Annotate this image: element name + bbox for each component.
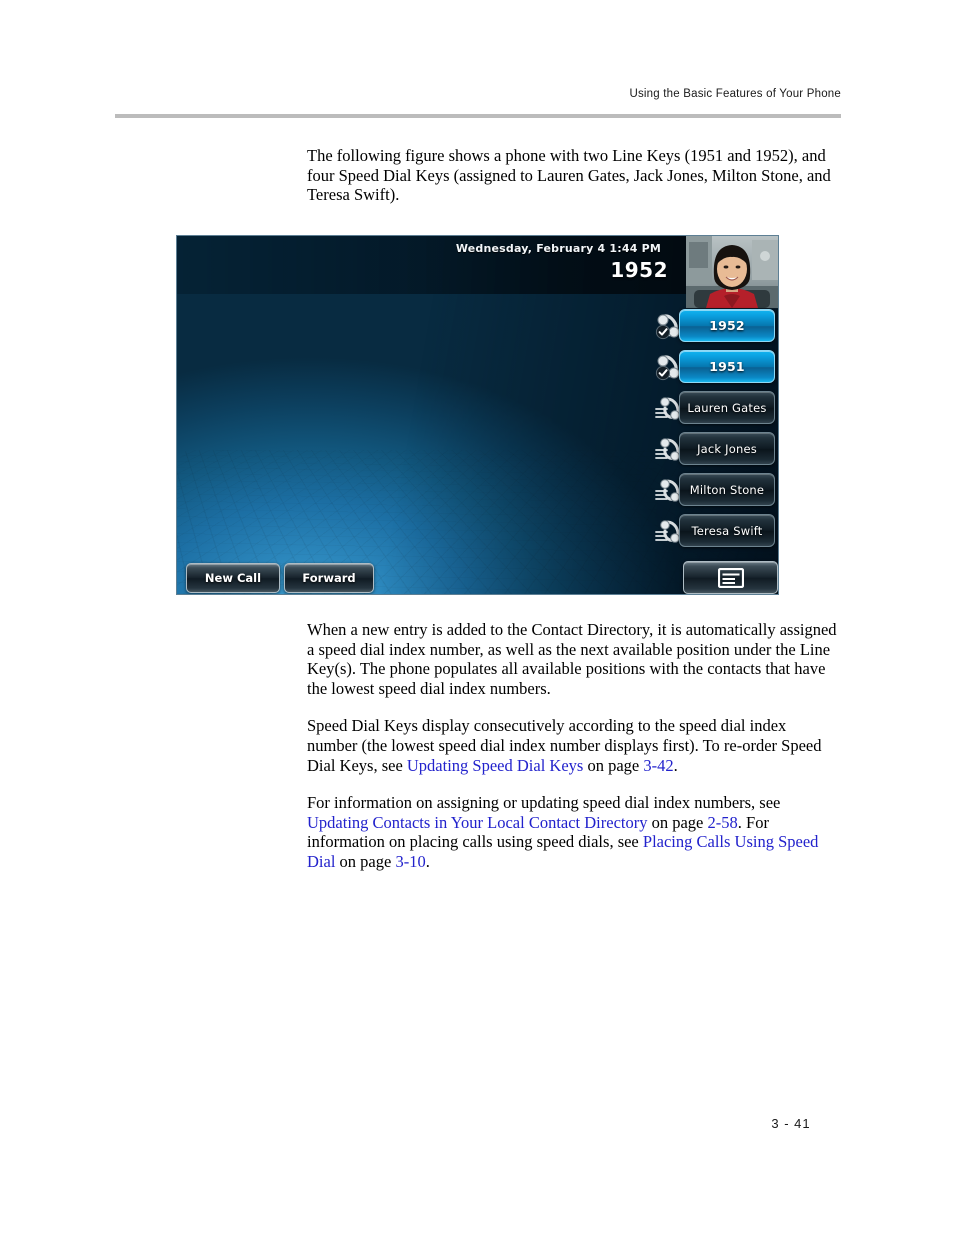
soft-key-new-call[interactable]: New Call (186, 563, 280, 593)
avatar-image (686, 236, 778, 308)
paragraph-4-text-post: . (425, 851, 430, 871)
body-paragraphs-block: When a new entry is added to the Contact… (307, 620, 840, 890)
link-updating-contacts-local-directory[interactable]: Updating Contacts in Your Local Contact … (307, 813, 647, 832)
speed-dial-button[interactable]: Milton Stone (679, 473, 775, 506)
speed-dial-row-jack-jones[interactable]: Jack Jones (655, 432, 778, 466)
phone-screen-figure: Wednesday, February 4 1:44 PM 1952 1952 … (177, 236, 778, 594)
menu-window-icon (717, 567, 744, 588)
status-line-number: 1952 (610, 258, 668, 282)
link-page-3-10[interactable]: 3-10 (395, 852, 425, 871)
line-key-button[interactable]: 1952 (679, 309, 775, 342)
paragraph-assigning-index-numbers: For information on assigning or updating… (307, 793, 840, 871)
page-number-footer: 3 - 41 (771, 1116, 811, 1131)
paragraph-speed-dial-order: Speed Dial Keys display consecutively ac… (307, 716, 840, 775)
intro-paragraph: The following figure shows a phone with … (307, 146, 831, 205)
paragraph-contact-directory: When a new entry is added to the Contact… (307, 620, 837, 698)
speed-dial-row-lauren-gates[interactable]: Lauren Gates (655, 391, 778, 425)
link-updating-speed-dial-keys[interactable]: Updating Speed Dial Keys (407, 756, 583, 775)
speed-dial-row-teresa-swift[interactable]: Teresa Swift (655, 514, 778, 548)
paragraph-3-text-post: . (673, 755, 678, 775)
intro-paragraph-block: The following figure shows a phone with … (307, 146, 840, 223)
link-page-2-58[interactable]: 2-58 (708, 813, 738, 832)
contact-photo-avatar (686, 236, 778, 309)
speed-dial-button[interactable]: Teresa Swift (679, 514, 775, 547)
link-page-3-42[interactable]: 3-42 (643, 756, 673, 775)
paragraph-4-text-mid1: on page (647, 812, 708, 832)
line-key-row-1952[interactable]: 1952 (655, 309, 778, 343)
speed-dial-button[interactable]: Jack Jones (679, 432, 775, 465)
speed-dial-button[interactable]: Lauren Gates (679, 391, 775, 424)
paragraph-4-text-pre: For information on assigning or updating… (307, 793, 781, 813)
header-rule (115, 114, 841, 118)
line-key-button[interactable]: 1951 (679, 350, 775, 383)
paragraph-4-text-mid3: on page (335, 851, 396, 871)
running-header: Using the Basic Features of Your Phone (629, 88, 841, 100)
soft-key-menu[interactable] (683, 561, 778, 594)
paragraph-3-text-mid: on page (583, 755, 644, 775)
speed-dial-row-milton-stone[interactable]: Milton Stone (655, 473, 778, 507)
soft-key-forward[interactable]: Forward (284, 563, 374, 593)
line-key-row-1951[interactable]: 1951 (655, 350, 778, 384)
status-date-time: Wednesday, February 4 1:44 PM (455, 242, 661, 255)
